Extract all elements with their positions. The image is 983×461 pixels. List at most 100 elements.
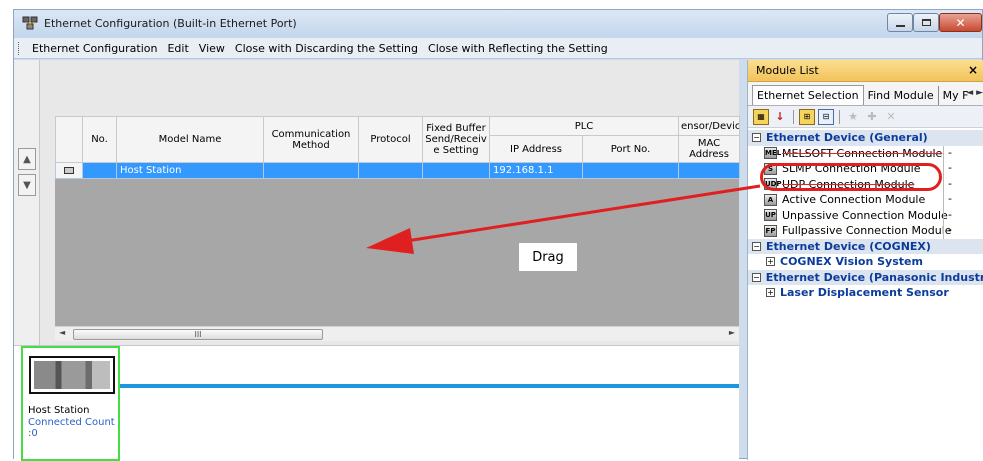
connected-count-text: Connected Count bbox=[28, 417, 115, 428]
down-arrow-icon: ▼ bbox=[23, 179, 31, 191]
tab-find-module[interactable]: Find Module bbox=[864, 86, 939, 105]
maximize-button[interactable] bbox=[913, 13, 939, 32]
module-label: MELSOFT Connection Module bbox=[782, 146, 943, 160]
menu-ethernet-configuration[interactable]: Ethernet Configuration bbox=[27, 42, 162, 55]
ethernet-configuration-window: Ethernet Configuration (Built-in Etherne… bbox=[13, 9, 983, 461]
connected-count-label: Connected Count :0 bbox=[28, 417, 120, 439]
settings-panel: ▲ ▼ No. Model Name Communication Method … bbox=[14, 60, 740, 345]
plc-icon bbox=[29, 356, 115, 394]
module-value: - bbox=[943, 176, 952, 192]
category-ethernet-general[interactable]: − Ethernet Device (General) bbox=[748, 130, 983, 146]
row-selector[interactable] bbox=[55, 162, 83, 179]
host-station-node[interactable]: Host Station Connected Count :0 bbox=[21, 346, 120, 461]
connected-count-value: :0 bbox=[28, 428, 38, 439]
header-protocol[interactable]: Protocol bbox=[358, 116, 423, 163]
connection-table-area[interactable]: No. Model Name Communication Method Prot… bbox=[55, 116, 740, 326]
module-tree: − Ethernet Device (General) MEL MELSOFT … bbox=[748, 130, 983, 301]
menu-close-reflecting[interactable]: Close with Reflecting the Setting bbox=[423, 42, 613, 55]
horizontal-scrollbar[interactable]: ◄ III ► bbox=[55, 326, 739, 341]
row-station-icon bbox=[64, 166, 74, 174]
header-row-select bbox=[55, 116, 83, 163]
category-ethernet-cognex[interactable]: − Ethernet Device (COGNEX) bbox=[748, 238, 983, 254]
network-diagram-canvas[interactable]: Host Station Connected Count :0 bbox=[14, 345, 739, 461]
module-value: - bbox=[943, 192, 952, 208]
expand-icon[interactable]: + bbox=[766, 288, 775, 298]
header-ip-address[interactable]: IP Address bbox=[489, 135, 583, 163]
module-list-title: Module List bbox=[756, 64, 819, 77]
cell-fixed-buffer[interactable] bbox=[422, 162, 490, 179]
module-unpassive-connection[interactable]: UP Unpassive Connection Module - bbox=[748, 207, 983, 223]
cell-model-name[interactable]: Host Station bbox=[116, 162, 264, 179]
module-label: Active Connection Module bbox=[782, 193, 926, 207]
scroll-thumb[interactable]: III bbox=[73, 329, 323, 340]
active-module-icon: A bbox=[764, 193, 777, 206]
module-fullpassive-connection[interactable]: FP Fullpassive Connection Module - bbox=[748, 223, 983, 239]
ethernet-bus-line bbox=[120, 384, 739, 388]
header-model-name[interactable]: Model Name bbox=[116, 116, 264, 163]
melsoft-module-icon: MEL bbox=[764, 147, 782, 160]
collapse-icon[interactable]: − bbox=[752, 272, 761, 282]
collapse-all-icon[interactable]: ⊟ bbox=[818, 108, 834, 125]
row-move-bar: ▲ ▼ bbox=[14, 60, 40, 345]
host-station-label: Host Station bbox=[28, 405, 90, 416]
title-bar: Ethernet Configuration (Built-in Etherne… bbox=[14, 10, 982, 38]
header-communication-method[interactable]: Communication Method bbox=[263, 116, 359, 163]
subcategory-cognex-vision[interactable]: + COGNEX Vision System bbox=[748, 254, 983, 270]
maximize-icon bbox=[921, 19, 931, 26]
expand-all-icon[interactable]: ⊞ bbox=[799, 108, 815, 125]
fullpassive-module-icon: FP bbox=[764, 224, 777, 237]
header-no[interactable]: No. bbox=[82, 116, 117, 163]
tab-scroll-icon[interactable]: ◄ ► bbox=[966, 88, 983, 98]
header-fixed-buffer[interactable]: Fixed Buffer Send/Receiv e Setting bbox=[422, 116, 490, 163]
module-melsoft-connection[interactable]: MEL MELSOFT Connection Module - bbox=[748, 145, 983, 161]
cell-ip-address[interactable]: 192.168.1.1 bbox=[489, 162, 583, 179]
cell-port-no[interactable] bbox=[582, 162, 679, 179]
favorite-icon[interactable]: ★ bbox=[845, 109, 861, 125]
menu-grip bbox=[18, 41, 21, 55]
module-list-panel: Module List × Ethernet Selection Find Mo… bbox=[747, 60, 983, 460]
move-down-button[interactable]: ▼ bbox=[18, 174, 36, 196]
delete-icon[interactable]: ✕ bbox=[883, 109, 899, 125]
connection-table: No. Model Name Communication Method Prot… bbox=[55, 116, 740, 179]
module-list-close-icon[interactable]: × bbox=[968, 63, 978, 77]
subcategory-laser-displacement[interactable]: + Laser Displacement Sensor bbox=[748, 285, 983, 301]
tab-ethernet-selection[interactable]: Ethernet Selection bbox=[752, 85, 864, 105]
table-row[interactable]: Host Station 192.168.1.1 bbox=[55, 162, 740, 179]
module-active-connection[interactable]: A Active Connection Module - bbox=[748, 192, 983, 208]
minimize-icon bbox=[895, 24, 905, 27]
sort-az-icon[interactable]: ↓ bbox=[772, 109, 788, 125]
cell-protocol[interactable] bbox=[358, 162, 423, 179]
add-icon[interactable]: ✚ bbox=[864, 109, 880, 125]
app-network-icon bbox=[22, 16, 38, 30]
expand-icon[interactable]: + bbox=[766, 257, 775, 267]
unpassive-module-icon: UP bbox=[764, 209, 777, 222]
cell-mac-address[interactable] bbox=[678, 162, 740, 179]
header-plc: PLC bbox=[489, 116, 679, 136]
menu-close-discarding[interactable]: Close with Discarding the Setting bbox=[230, 42, 423, 55]
cell-no[interactable] bbox=[82, 162, 117, 179]
header-port-no[interactable]: Port No. bbox=[582, 135, 679, 163]
collapse-icon[interactable]: − bbox=[752, 133, 761, 143]
menu-bar: Ethernet Configuration Edit View Close w… bbox=[14, 38, 982, 59]
cell-comm-method[interactable] bbox=[263, 162, 359, 179]
category-ethernet-panasonic[interactable]: − Ethernet Device (Panasonic Industria bbox=[748, 269, 983, 285]
module-value: - bbox=[943, 207, 952, 223]
close-window-button[interactable]: ✕ bbox=[939, 13, 982, 32]
module-list-title-bar: Module List × bbox=[748, 60, 983, 82]
menu-edit[interactable]: Edit bbox=[162, 42, 193, 55]
minimize-button[interactable] bbox=[887, 13, 913, 32]
up-arrow-icon: ▲ bbox=[23, 153, 31, 165]
scroll-right-icon[interactable]: ► bbox=[729, 328, 735, 337]
sort-category-icon[interactable]: ▦ bbox=[753, 108, 769, 125]
module-list-tabs: Ethernet Selection Find Module My F ◄ ► bbox=[748, 82, 983, 106]
highlight-oval bbox=[760, 163, 942, 191]
header-mac-address[interactable]: MAC Address bbox=[678, 135, 740, 163]
module-value: - bbox=[943, 223, 952, 239]
module-value: - bbox=[943, 161, 952, 177]
menu-view[interactable]: View bbox=[194, 42, 230, 55]
drag-label: Drag bbox=[519, 243, 577, 271]
window-title: Ethernet Configuration (Built-in Etherne… bbox=[44, 17, 297, 30]
scroll-left-icon[interactable]: ◄ bbox=[59, 328, 65, 337]
move-up-button[interactable]: ▲ bbox=[18, 148, 36, 170]
collapse-icon[interactable]: − bbox=[752, 241, 761, 251]
